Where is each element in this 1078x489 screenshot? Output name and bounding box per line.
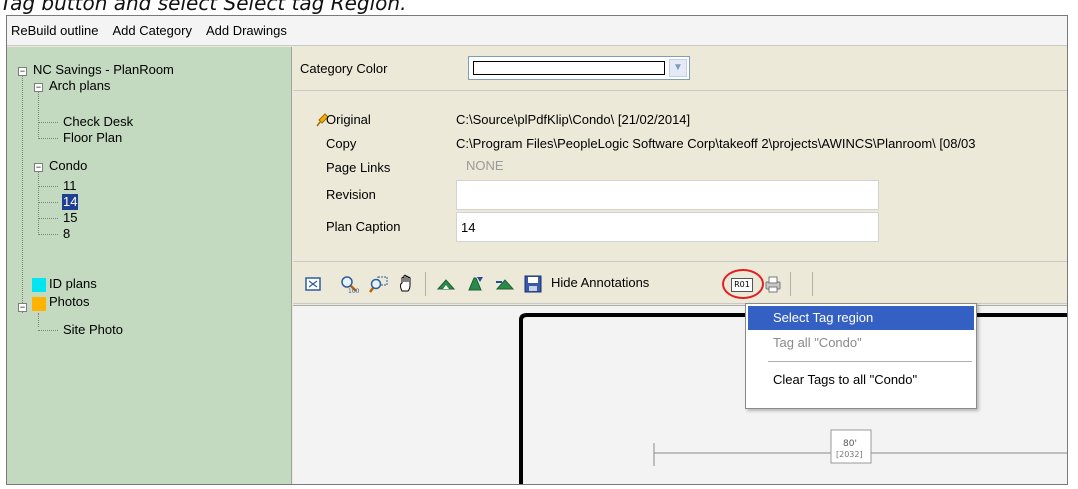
category-color-label: Category Color bbox=[300, 61, 388, 76]
collapse-photos-icon[interactable]: − bbox=[18, 303, 27, 312]
category-color-dropdown[interactable]: ▼ bbox=[468, 56, 690, 80]
tree-item-root[interactable]: NC Savings - PlanRoom bbox=[33, 62, 174, 78]
rotate-right-icon[interactable] bbox=[495, 274, 515, 294]
menu-item-select-tag-region[interactable]: Select Tag region bbox=[748, 306, 974, 330]
add-category-menu[interactable]: Add Category bbox=[112, 23, 192, 38]
toolbar-separator bbox=[425, 272, 426, 296]
toolbar-separator bbox=[790, 272, 791, 296]
tree-connector bbox=[38, 202, 58, 203]
menu-separator bbox=[768, 361, 972, 362]
tree-item-floor-plan[interactable]: Floor Plan bbox=[63, 130, 122, 146]
fit-page-icon[interactable] bbox=[303, 274, 323, 294]
tag-button-highlight-circle bbox=[722, 269, 764, 299]
rotate-left-icon[interactable] bbox=[436, 274, 456, 294]
chevron-down-icon[interactable]: ▼ bbox=[669, 59, 687, 77]
tree-item-14-selected[interactable]: 14 bbox=[62, 194, 79, 210]
rebuild-outline-menu[interactable]: ReBuild outline bbox=[11, 23, 98, 38]
tree-item-photos[interactable]: Photos bbox=[49, 294, 89, 310]
planroom-window: ReBuild outline Add Category Add Drawing… bbox=[6, 15, 1068, 485]
tree-connector bbox=[38, 186, 58, 187]
original-label: Original bbox=[326, 112, 371, 127]
tree-connector bbox=[22, 73, 23, 313]
add-drawings-menu[interactable]: Add Drawings bbox=[206, 23, 287, 38]
revision-label: Revision bbox=[326, 187, 376, 202]
instruction-caption: Tag button and select Select tag Region. bbox=[0, 0, 407, 15]
page-links-value: NONE bbox=[466, 158, 504, 173]
dimension-label: 80' bbox=[843, 439, 857, 449]
save-icon[interactable] bbox=[523, 274, 543, 294]
id-plans-color-swatch bbox=[32, 278, 46, 292]
category-color-row: Category Color ▼ bbox=[293, 47, 1067, 91]
rotate-icon[interactable] bbox=[465, 274, 485, 294]
drawing-properties-pane: Category Color ▼ Original C:\Source\plPd… bbox=[293, 47, 1067, 484]
collapse-root-icon[interactable]: − bbox=[18, 67, 27, 76]
tag-context-menu: Select Tag region Tag all "Condo" Clear … bbox=[745, 303, 977, 409]
zoom-window-icon[interactable] bbox=[369, 274, 389, 294]
drawing-info: Original C:\Source\plPdfKlip\Condo\ [21/… bbox=[293, 92, 1067, 262]
pan-hand-icon[interactable] bbox=[397, 274, 417, 294]
copy-value: C:\Program Files\PeopleLogic Software Co… bbox=[456, 136, 976, 151]
tree-item-id-plans[interactable]: ID plans bbox=[49, 276, 97, 292]
category-color-preview bbox=[473, 61, 665, 75]
tree-connector bbox=[38, 218, 58, 219]
copy-label: Copy bbox=[326, 136, 357, 151]
menu-item-clear-tags-condo[interactable]: Clear Tags to all "Condo" bbox=[748, 368, 974, 392]
print-icon[interactable] bbox=[763, 274, 783, 294]
collapse-arch-icon[interactable]: − bbox=[34, 83, 43, 92]
tree-connector bbox=[38, 122, 58, 123]
tree-item-arch-plans[interactable]: Arch plans bbox=[49, 78, 110, 94]
plan-tree: − NC Savings - PlanRoom − Arch plans Che… bbox=[7, 47, 292, 484]
revision-input[interactable] bbox=[456, 180, 879, 210]
toolbar-separator bbox=[812, 272, 813, 296]
collapse-condo-icon[interactable]: − bbox=[34, 163, 43, 172]
tree-connector bbox=[38, 330, 58, 331]
svg-text:100: 100 bbox=[348, 288, 359, 294]
tree-connector bbox=[38, 169, 39, 233]
tree-item-site-photo[interactable]: Site Photo bbox=[63, 322, 123, 338]
tree-item-check-desk[interactable]: Check Desk bbox=[63, 114, 133, 130]
tree-item-condo[interactable]: Condo bbox=[49, 158, 87, 174]
tree-item-8[interactable]: 8 bbox=[63, 226, 70, 242]
hide-annotations-button[interactable]: Hide Annotations bbox=[551, 275, 649, 290]
tree-item-15[interactable]: 15 bbox=[63, 210, 77, 226]
menubar: ReBuild outline Add Category Add Drawing… bbox=[7, 16, 1067, 46]
photos-color-swatch bbox=[32, 297, 46, 311]
tree-connector bbox=[38, 89, 39, 137]
page-links-label: Page Links bbox=[326, 160, 391, 175]
tree-connector bbox=[38, 313, 39, 327]
original-value: C:\Source\plPdfKlip\Condo\ [21/02/2014] bbox=[456, 112, 691, 127]
plan-caption-label: Plan Caption bbox=[326, 219, 401, 234]
plan-caption-input[interactable]: 14 bbox=[456, 212, 879, 242]
tree-connector bbox=[38, 138, 58, 139]
dimension-sublabel: [2032] bbox=[836, 450, 863, 459]
zoom-100-icon[interactable]: 100 bbox=[339, 274, 359, 294]
menu-item-tag-all-condo[interactable]: Tag all "Condo" bbox=[748, 331, 974, 355]
drawing-toolbar: 100 Hide Annotations R01 bbox=[293, 264, 1067, 304]
tree-connector bbox=[38, 234, 58, 235]
tree-item-11[interactable]: 11 bbox=[63, 178, 77, 194]
